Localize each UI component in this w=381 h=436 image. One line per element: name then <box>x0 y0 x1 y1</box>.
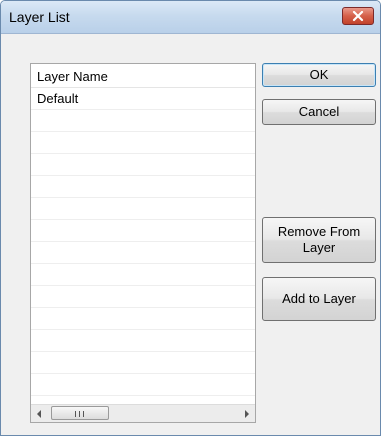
horizontal-scrollbar[interactable] <box>31 404 255 422</box>
list-item[interactable] <box>31 198 255 220</box>
dialog-client-area: Layer Name Default OK Cancel Remove From… <box>9 39 376 431</box>
scroll-right-arrow-icon[interactable] <box>237 405 255 422</box>
title-bar[interactable]: Layer List <box>1 1 380 34</box>
list-item[interactable] <box>31 308 255 330</box>
column-header-label: Layer Name <box>37 69 108 84</box>
layer-list-dialog: Layer List Layer Name Default OK Cancel … <box>0 0 381 436</box>
scrollbar-thumb[interactable] <box>51 406 109 420</box>
grip-icon <box>75 411 84 417</box>
list-item[interactable] <box>31 352 255 374</box>
list-item-label: Default <box>37 91 79 106</box>
close-button[interactable] <box>342 7 374 25</box>
add-to-layer-button-label: Add to Layer <box>282 291 356 306</box>
list-item[interactable] <box>31 176 255 198</box>
scroll-left-arrow-icon[interactable] <box>31 405 49 422</box>
list-item[interactable] <box>31 110 255 132</box>
ok-button[interactable]: OK <box>262 63 376 87</box>
add-to-layer-button[interactable]: Add to Layer <box>262 277 376 321</box>
dialog-title: Layer List <box>9 9 70 25</box>
remove-from-layer-button-label: Remove From Layer <box>277 224 361 255</box>
list-item[interactable] <box>31 242 255 264</box>
list-item[interactable]: Default <box>31 88 255 110</box>
list-item[interactable] <box>31 154 255 176</box>
list-item[interactable] <box>31 264 255 286</box>
cancel-button[interactable]: Cancel <box>262 99 376 125</box>
list-item[interactable] <box>31 286 255 308</box>
cancel-button-label: Cancel <box>298 104 340 119</box>
list-item[interactable] <box>31 132 255 154</box>
list-item[interactable] <box>31 220 255 242</box>
remove-from-layer-button[interactable]: Remove From Layer <box>262 217 376 263</box>
list-item[interactable] <box>31 330 255 352</box>
layer-listbox[interactable]: Layer Name Default <box>30 63 256 423</box>
list-item[interactable] <box>31 374 255 396</box>
close-icon <box>352 11 364 22</box>
ok-button-label: OK <box>309 67 329 82</box>
column-header-layer-name[interactable]: Layer Name <box>31 64 255 88</box>
list-item[interactable] <box>31 396 255 404</box>
